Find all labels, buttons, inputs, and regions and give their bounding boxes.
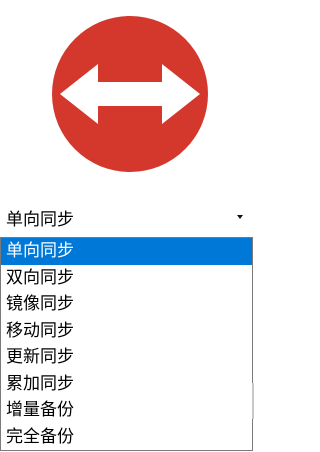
sync-mode-selected-value: 单向同步 <box>6 210 74 230</box>
background-window-edge <box>252 383 254 419</box>
dropdown-option-cumulative-sync[interactable]: 累加同步 <box>1 371 252 398</box>
dropdown-option-two-way-sync[interactable]: 双向同步 <box>1 265 252 292</box>
chevron-down-icon[interactable] <box>237 215 243 219</box>
dropdown-option-full-backup[interactable]: 完全备份 <box>1 424 252 451</box>
dropdown-option-mirror-sync[interactable]: 镜像同步 <box>1 291 252 318</box>
sync-mode-dropdown-list: 单向同步 双向同步 镜像同步 移动同步 更新同步 累加同步 增量备份 完全备份 <box>0 237 253 451</box>
dropdown-option-one-way-sync[interactable]: 单向同步 <box>1 238 252 265</box>
dropdown-option-incremental-backup[interactable]: 增量备份 <box>1 397 252 424</box>
dropdown-option-move-sync[interactable]: 移动同步 <box>1 318 252 345</box>
sync-mode-select[interactable]: 单向同步 <box>0 204 252 236</box>
app-logo <box>52 16 208 172</box>
dropdown-option-update-sync[interactable]: 更新同步 <box>1 344 252 371</box>
double-arrow-icon <box>52 16 208 172</box>
